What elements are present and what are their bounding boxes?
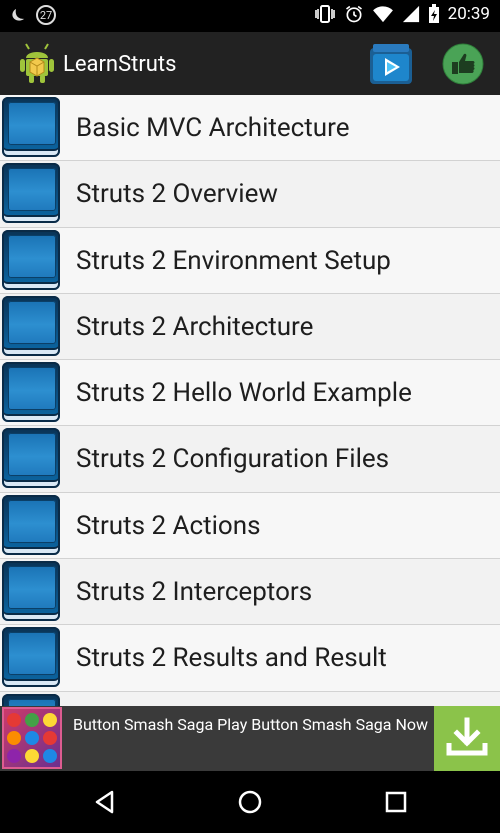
topic-label: Struts 2 Results and Result xyxy=(76,643,387,674)
notification-badge: 27 xyxy=(36,5,56,25)
nav-home-button[interactable] xyxy=(220,771,280,833)
signal-icon xyxy=(402,5,419,23)
android-icon xyxy=(20,43,54,83)
topic-row[interactable]: Basic MVC Architecture xyxy=(0,95,500,162)
topic-label: Struts 2 Hello World Example xyxy=(76,378,412,409)
topic-row[interactable]: Struts 2 Interceptors xyxy=(0,559,500,626)
game-icon[interactable] xyxy=(2,707,62,769)
book-icon xyxy=(2,428,60,489)
topic-label: Struts 2 Overview xyxy=(76,179,278,210)
thumbs-up-icon[interactable] xyxy=(442,43,484,85)
status-time: 20:39 xyxy=(447,4,490,24)
app-title: LearnStruts xyxy=(63,52,177,77)
book-icon xyxy=(2,693,60,707)
topic-label: Basic MVC Architecture xyxy=(76,113,350,143)
book-icon xyxy=(2,229,60,290)
battery-icon xyxy=(428,4,439,23)
nav-recents-button[interactable] xyxy=(366,771,426,833)
topic-row[interactable]: Struts 2 Architecture xyxy=(0,293,500,361)
status-right: 20:39 xyxy=(314,4,490,24)
topic-label: Struts 2 Environment Setup xyxy=(76,245,391,276)
topic-row[interactable]: Struts 2 Hello World Example xyxy=(0,360,500,427)
topic-label: Struts 2 Configuration Files xyxy=(76,444,390,475)
download-icon xyxy=(446,717,488,756)
status-left: 27 xyxy=(10,5,56,25)
topic-label: Struts 2 Architecture xyxy=(76,311,314,342)
play-store-icon[interactable] xyxy=(368,42,414,86)
moon-icon xyxy=(12,9,25,21)
topic-row[interactable]: Struts 2 Overview xyxy=(0,161,500,228)
topic-row[interactable]: Struts 2 Actions xyxy=(0,492,500,560)
topic-row[interactable]: Struts 2 Configuration Files xyxy=(0,426,500,493)
topic-label: Struts 2 Actions xyxy=(76,510,261,541)
book-icon xyxy=(2,494,60,555)
ad-download-button[interactable] xyxy=(434,706,500,771)
topic-list[interactable]: Basic MVC Architecture Struts 2 Overview… xyxy=(0,95,500,707)
book-icon xyxy=(2,97,60,157)
back-icon xyxy=(95,790,114,814)
topic-label: Struts 2 Interceptors xyxy=(76,577,313,608)
alarm-icon xyxy=(345,5,362,23)
topic-row[interactable]: Struts 2 Results and Result xyxy=(0,625,500,692)
ad-text[interactable]: Button Smash Saga Play Button Smash Saga… xyxy=(73,714,428,736)
nav-back-button[interactable] xyxy=(75,771,135,833)
book-icon xyxy=(2,362,60,423)
book-icon xyxy=(2,627,60,688)
book-icon xyxy=(2,295,60,356)
home-icon xyxy=(238,790,262,814)
book-icon xyxy=(2,561,60,622)
game-tiles-icon xyxy=(7,713,57,763)
book-icon xyxy=(2,163,60,224)
status-bar: 27 20:39 xyxy=(0,0,500,32)
recents-icon xyxy=(385,791,407,813)
wifi-icon xyxy=(372,6,393,23)
topic-row[interactable] xyxy=(0,691,500,707)
topic-row[interactable]: Struts 2 Environment Setup xyxy=(0,227,500,294)
vibrate-icon xyxy=(314,5,335,23)
